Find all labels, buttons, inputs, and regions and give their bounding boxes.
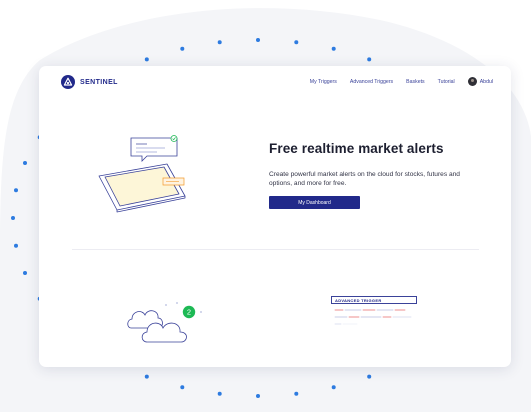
orbit-dot [180, 46, 185, 51]
nav-link-advanced-triggers[interactable]: Advanced Triggers [350, 79, 393, 85]
orbit-dot [331, 46, 336, 51]
user-name: Abdul [479, 78, 493, 85]
orbit-dot [23, 161, 27, 165]
my-dashboard-button[interactable]: My Dashboard [269, 196, 360, 209]
cloud-notification-illustration: 2 [127, 302, 202, 343]
hero-subtitle: Create powerful market alerts on the clo… [269, 171, 460, 188]
orbit-dot [23, 271, 27, 275]
orbit-dot [144, 374, 149, 379]
nav-link-tutorial[interactable]: Tutorial [438, 79, 455, 85]
orbit-dot [294, 391, 299, 396]
orbit-dot [367, 57, 372, 62]
orbit-dot [14, 243, 18, 248]
orbit-dot [144, 57, 149, 62]
nav-link-baskets[interactable]: Baskets [406, 79, 424, 85]
phone-alert-illustration [98, 135, 186, 213]
orbit-dot [217, 391, 222, 396]
trigger-code-lines [331, 304, 419, 334]
orbit-dot [367, 374, 372, 379]
orbit-dot [256, 394, 260, 398]
orbit-dot [256, 38, 260, 42]
user-menu[interactable]: Abdul [467, 77, 493, 86]
advanced-trigger-panel: ADVANCED TRIGGER [331, 296, 419, 336]
sentinel-logo-icon [61, 75, 75, 89]
hero-title: Free realtime market alerts [269, 141, 444, 156]
orbit-dot [14, 188, 18, 193]
nav-link-my-triggers[interactable]: My Triggers [310, 79, 337, 85]
notification-count: 2 [187, 308, 191, 317]
orbit-dot [331, 385, 336, 390]
chat-bubble-icon [130, 137, 178, 162]
section-divider [72, 249, 479, 250]
price-tag-icon [162, 177, 185, 186]
brand-name: SENTINEL [80, 78, 118, 86]
nav-links: My Triggers Advanced Triggers Baskets Tu… [297, 77, 493, 86]
app-window: SENTINEL My Triggers Advanced Triggers B… [39, 66, 511, 367]
top-navigation: SENTINEL My Triggers Advanced Triggers B… [39, 66, 511, 100]
orbit-dot [180, 385, 185, 390]
brand-logo[interactable]: SENTINEL [61, 75, 118, 89]
orbit-dot [217, 40, 222, 45]
orbit-dot [294, 40, 299, 45]
orbit-dot [11, 216, 15, 220]
advanced-trigger-header: ADVANCED TRIGGER [331, 296, 417, 304]
user-avatar-icon [467, 77, 477, 86]
